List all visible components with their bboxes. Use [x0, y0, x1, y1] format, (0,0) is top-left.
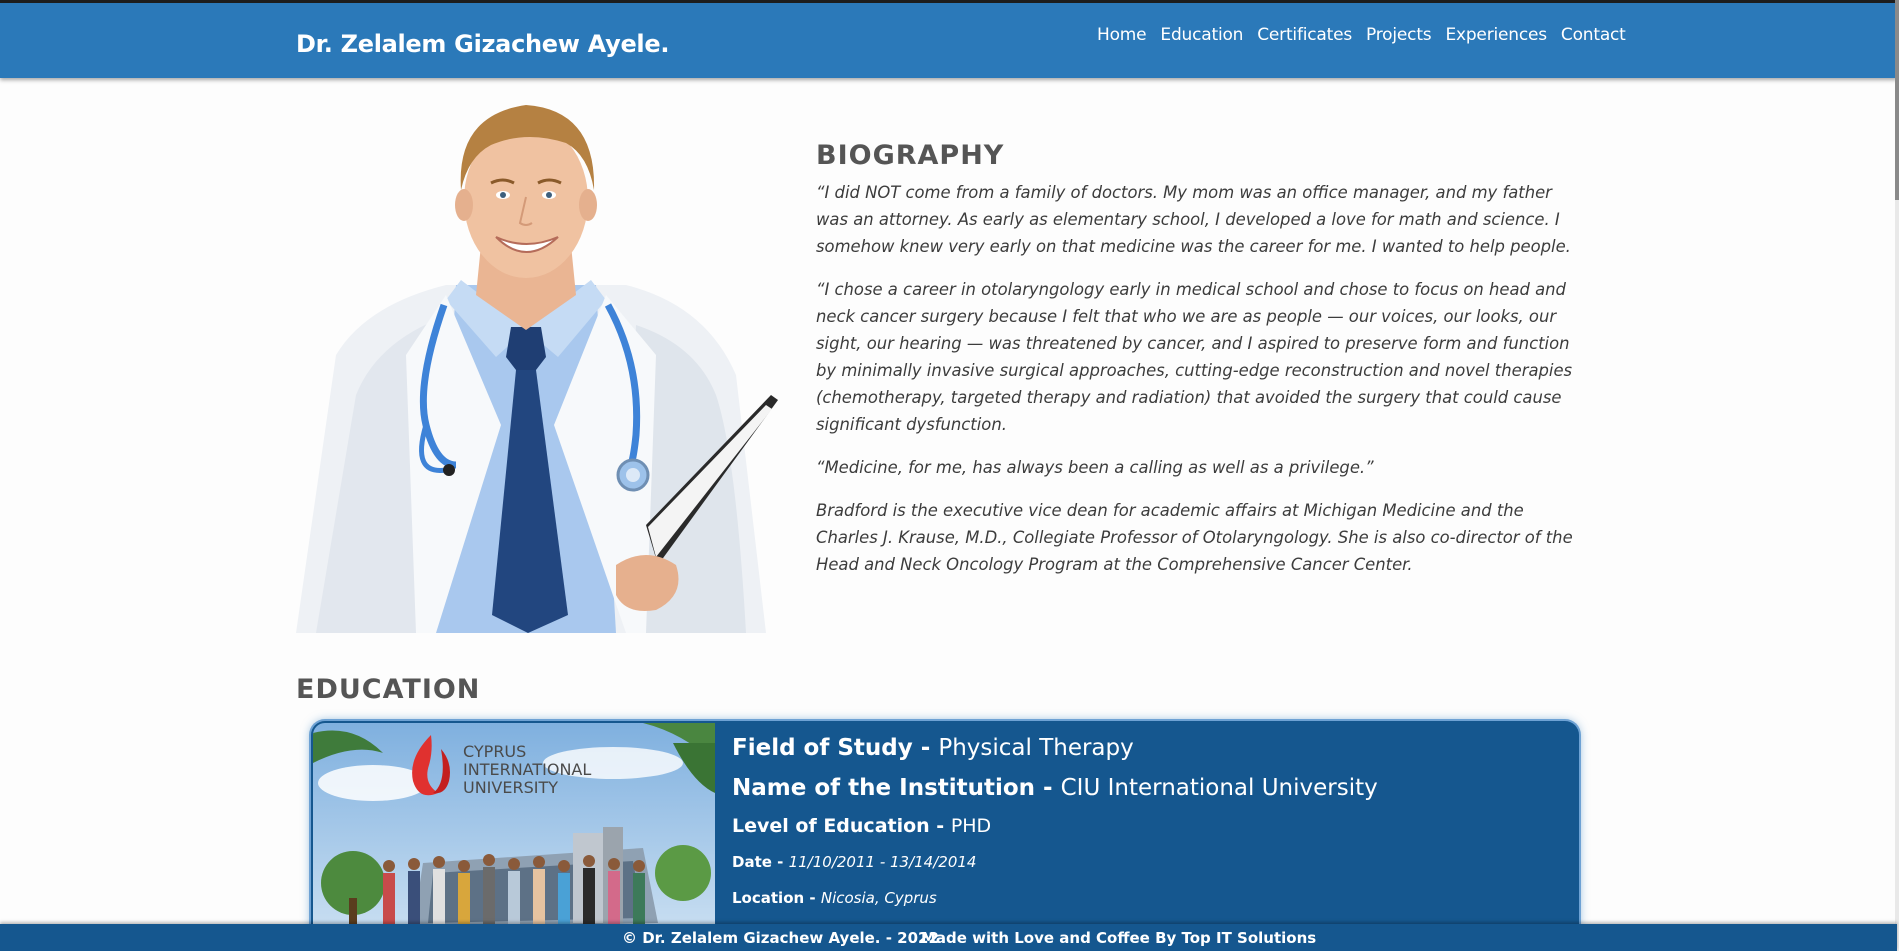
education-details: Field of Study - Physical Therapy Name o…: [732, 735, 1378, 907]
field-of-study: Field of Study - Physical Therapy: [732, 735, 1378, 761]
education-date: Date - 11/10/2011 - 13/14/2014: [732, 853, 1378, 871]
date-value: 11/10/2011 - 13/14/2014: [788, 853, 977, 871]
site-footer: © Dr. Zelalem Gizachew Ayele. - 2022 Mad…: [0, 924, 1897, 951]
nav-item-contact[interactable]: Contact: [1561, 25, 1626, 45]
date-label: Date -: [732, 853, 789, 871]
nav-item-projects[interactable]: Projects: [1366, 25, 1432, 45]
doctor-photo: [296, 95, 778, 633]
footer-credit[interactable]: Made with Love and Coffee By Top IT Solu…: [921, 929, 1316, 947]
logo-text-2: INTERNATIONAL: [463, 760, 591, 779]
institution-value: CIU International University: [1060, 775, 1378, 801]
page: Dr. Zelalem Gizachew Ayele. Home Educati…: [0, 0, 1899, 951]
nav-item-home[interactable]: Home: [1097, 25, 1147, 45]
education-heading: EDUCATION: [296, 674, 481, 705]
education-card: CYPRUS INTERNATIONAL UNIVERSITY Field of…: [311, 721, 1579, 951]
nav-item-certificates[interactable]: Certificates: [1257, 25, 1352, 45]
biography-heading: BIOGRAPHY: [816, 140, 1005, 171]
site-header: Dr. Zelalem Gizachew Ayele. Home Educati…: [0, 0, 1897, 78]
scrollbar-thumb[interactable]: [1895, 0, 1899, 200]
location-label: Location -: [732, 889, 821, 907]
institution-name: Name of the Institution - CIU Internatio…: [732, 775, 1378, 801]
institution-label: Name of the Institution -: [732, 775, 1061, 801]
nav-item-education[interactable]: Education: [1160, 25, 1243, 45]
field-value: Physical Therapy: [938, 735, 1134, 761]
level-value: PHD: [950, 815, 992, 837]
site-brand[interactable]: Dr. Zelalem Gizachew Ayele.: [296, 30, 669, 58]
biography-paragraph: “I chose a career in otolaryngology earl…: [816, 280, 1573, 434]
biography-text: “I did NOT come from a family of doctors…: [816, 179, 1578, 594]
biography-paragraph: “I did NOT come from a family of doctors…: [816, 183, 1571, 256]
biography-paragraph: Bradford is the executive vice dean for …: [816, 501, 1573, 574]
scrollbar-track[interactable]: [1895, 0, 1899, 951]
field-label: Field of Study -: [732, 735, 939, 761]
logo-text-3: UNIVERSITY: [463, 778, 558, 797]
education-level: Level of Education - PHD: [732, 815, 1378, 837]
level-label: Level of Education -: [732, 815, 951, 837]
biography-paragraph: “Medicine, for me, has always been a cal…: [816, 458, 1374, 477]
education-location: Location - Nicosia, Cyprus: [732, 889, 1378, 907]
main-nav: Home Education Certificates Projects Exp…: [1097, 25, 1640, 45]
logo-text-1: CYPRUS: [463, 742, 526, 761]
location-value: Nicosia, Cyprus: [820, 889, 937, 907]
nav-item-experiences[interactable]: Experiences: [1445, 25, 1547, 45]
university-image: CYPRUS INTERNATIONAL UNIVERSITY: [313, 723, 715, 951]
footer-copyright: © Dr. Zelalem Gizachew Ayele. - 2022: [622, 929, 939, 947]
